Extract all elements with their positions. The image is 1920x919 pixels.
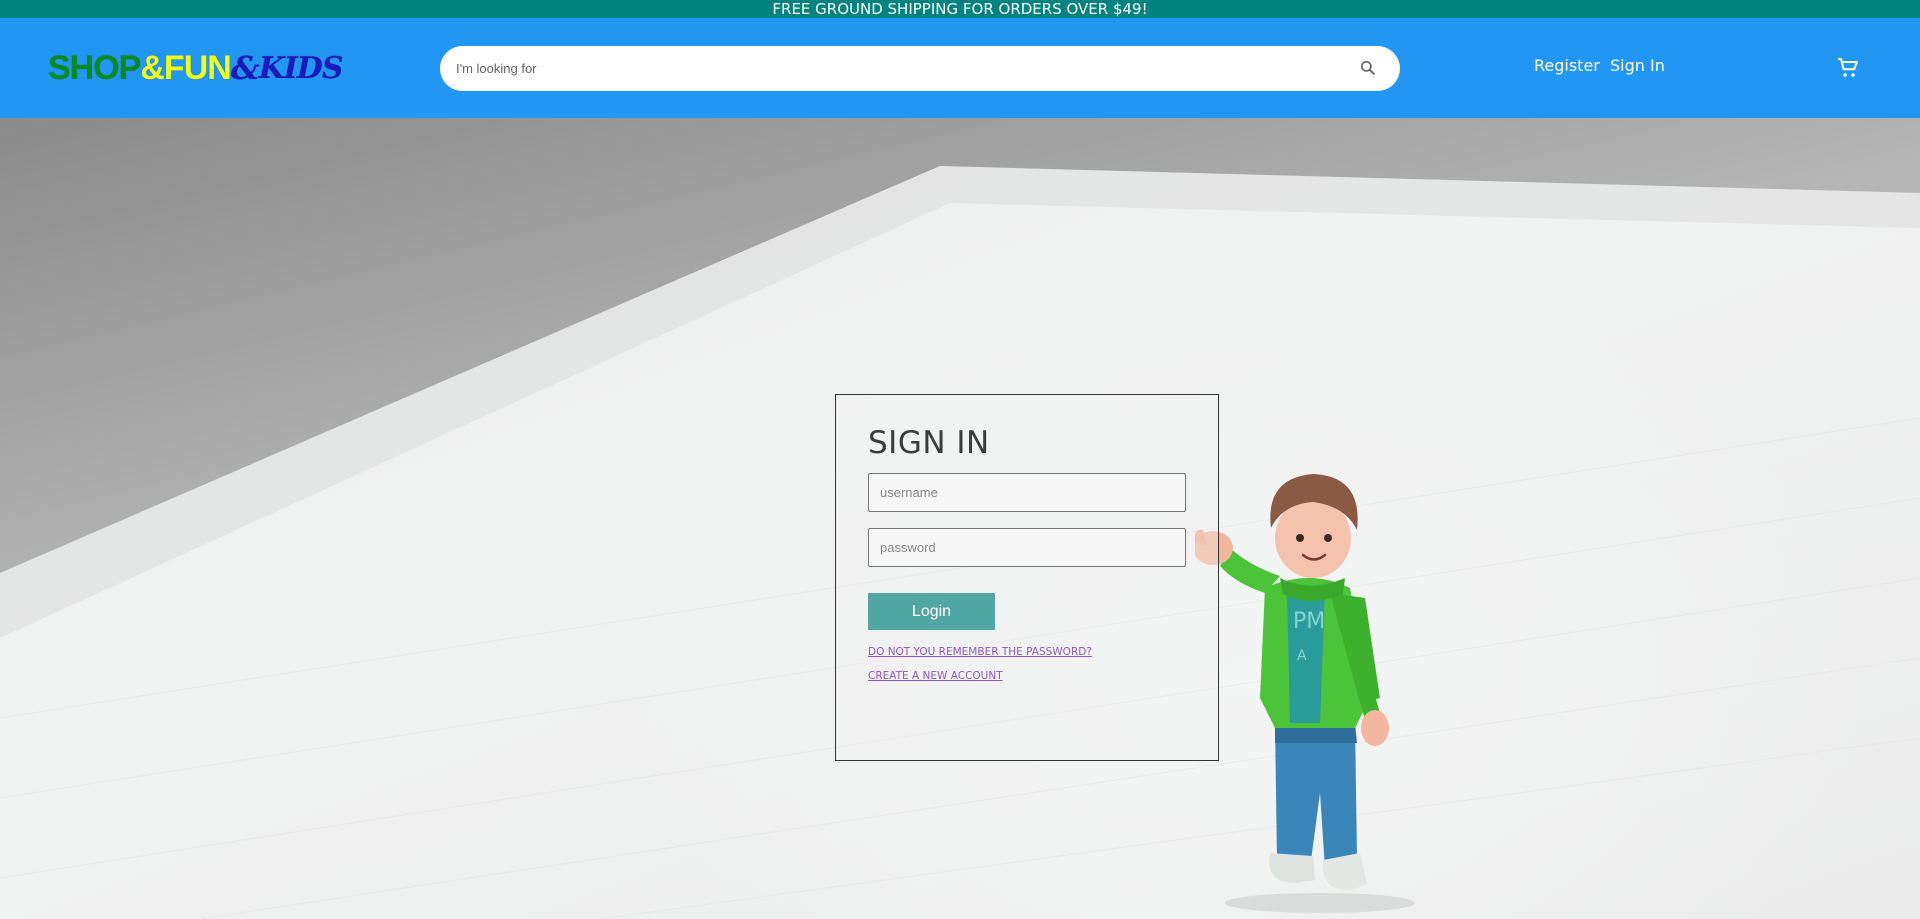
username-input[interactable] [868, 473, 1186, 512]
search-icon[interactable] [1358, 58, 1378, 78]
signin-card: SIGN IN Login DO NOT YOU REMEMBER THE PA… [835, 394, 1219, 761]
svg-text:A: A [1297, 648, 1307, 664]
promo-banner: FREE GROUND SHIPPING FOR ORDERS OVER $49… [0, 0, 1920, 18]
forgot-password-link[interactable]: DO NOT YOU REMEMBER THE PASSWORD? [868, 646, 1092, 658]
password-input[interactable] [868, 528, 1186, 567]
svg-text:PM: PM [1293, 609, 1325, 634]
logo-text-amp: & [140, 48, 165, 87]
promo-text: FREE GROUND SHIPPING FOR ORDERS OVER $49… [772, 0, 1148, 18]
signin-link[interactable]: Sign In [1610, 56, 1665, 75]
search-input[interactable] [454, 46, 1334, 91]
hero-background: PM A SIGN IN Login DO NOT YOU REMEMBER T… [0, 118, 1920, 919]
login-button[interactable]: Login [868, 593, 995, 630]
site-logo[interactable]: SHOP & FUN & KIDS [48, 44, 343, 92]
toy-figure-image: PM A [1195, 474, 1415, 913]
logo-text-shop: SHOP [48, 48, 141, 87]
create-account-link[interactable]: CREATE A NEW ACCOUNT [868, 670, 1003, 682]
cart-icon[interactable] [1836, 56, 1860, 80]
signin-title: SIGN IN [868, 425, 990, 461]
register-link[interactable]: Register [1534, 56, 1600, 75]
logo-text-fun: FUN [163, 48, 232, 87]
site-header: SHOP&FUN&KIDS Register Sign In [0, 18, 1920, 118]
logo-text-kids: KIDS [258, 50, 344, 86]
search-bar [440, 46, 1400, 91]
logo-text-amp-2: & [230, 49, 260, 87]
